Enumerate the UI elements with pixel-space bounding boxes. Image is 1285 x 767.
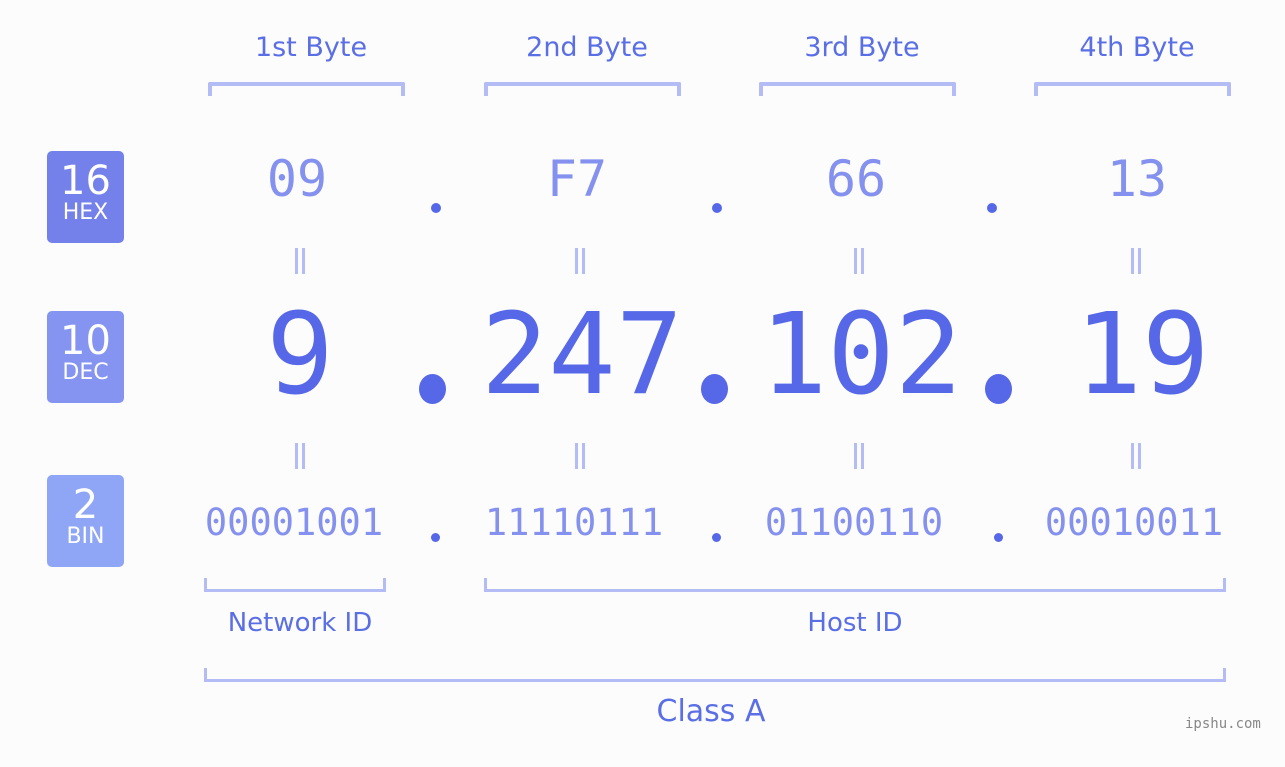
byte-label-4: 4th Byte xyxy=(1079,32,1195,63)
hex-separator-3 xyxy=(987,203,997,213)
dec-base: 10 xyxy=(60,318,111,364)
dec-separator-1 xyxy=(419,374,446,404)
bin-separator-3 xyxy=(994,533,1003,542)
dec-name: DEC xyxy=(62,360,109,385)
bin-base: 2 xyxy=(72,482,99,528)
bin-separator-1 xyxy=(431,533,440,542)
network-id-label: Network ID xyxy=(227,608,373,638)
dec-byte-3: 102 xyxy=(759,290,963,420)
equals-icon xyxy=(573,443,587,469)
byte-bracket-2 xyxy=(484,82,681,96)
hex-name: HEX xyxy=(62,200,109,225)
bin-byte-2: 11110111 xyxy=(484,501,664,544)
hex-badge: 16 HEX xyxy=(47,151,124,243)
bin-byte-1: 00001001 xyxy=(204,501,384,544)
dec-badge: 10 DEC xyxy=(47,311,124,403)
dec-byte-2: 247 xyxy=(480,290,684,420)
bin-name: BIN xyxy=(66,524,105,549)
hex-byte-1: 09 xyxy=(266,150,328,208)
equals-icon xyxy=(293,248,307,274)
host-id-label: Host ID xyxy=(807,608,903,638)
dec-byte-4: 19 xyxy=(1074,290,1210,420)
byte-label-3: 3rd Byte xyxy=(804,32,920,63)
bin-byte-4: 00010011 xyxy=(1044,501,1224,544)
class-bracket xyxy=(204,668,1226,682)
dec-separator-3 xyxy=(985,374,1012,404)
hex-byte-3: 66 xyxy=(825,150,887,208)
network-id-bracket xyxy=(204,578,386,592)
hex-byte-4: 13 xyxy=(1106,150,1168,208)
class-label: Class A xyxy=(656,694,766,729)
byte-label-1: 1st Byte xyxy=(254,32,368,63)
equals-icon xyxy=(573,248,587,274)
bin-badge: 2 BIN xyxy=(47,475,124,567)
host-id-bracket xyxy=(484,578,1226,592)
byte-label-2: 2nd Byte xyxy=(526,32,648,63)
bin-separator-2 xyxy=(712,533,721,542)
equals-icon xyxy=(852,248,866,274)
byte-bracket-4 xyxy=(1034,82,1231,96)
equals-icon xyxy=(1129,443,1143,469)
hex-separator-1 xyxy=(431,203,441,213)
equals-icon xyxy=(293,443,307,469)
equals-icon xyxy=(1129,248,1143,274)
byte-bracket-3 xyxy=(759,82,956,96)
byte-bracket-1 xyxy=(208,82,405,96)
dec-byte-1: 9 xyxy=(266,290,334,420)
hex-separator-2 xyxy=(712,203,722,213)
equals-icon xyxy=(852,443,866,469)
watermark: ipshu.com xyxy=(1185,716,1261,732)
hex-base: 16 xyxy=(60,158,111,204)
hex-byte-2: F7 xyxy=(546,150,608,208)
bin-byte-3: 01100110 xyxy=(764,501,944,544)
dec-separator-2 xyxy=(701,374,728,404)
